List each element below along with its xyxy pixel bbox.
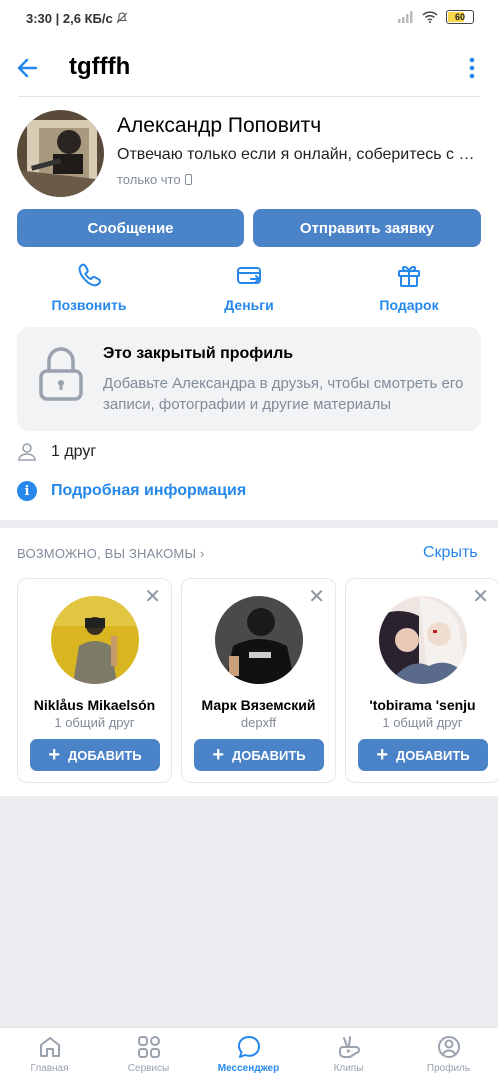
gift-icon (398, 265, 420, 287)
services-icon (137, 1036, 160, 1058)
info-icon: i (17, 481, 37, 501)
suggestion-name: Niklåus Mikaelsón (33, 697, 156, 713)
tab-services-label: Сервисы (127, 1063, 170, 1074)
add-label: ДОБАВИТЬ (68, 747, 142, 763)
closed-title: Это закрытый профиль (103, 345, 294, 362)
plus-icon: + (376, 744, 389, 766)
wifi-icon (422, 11, 438, 23)
details-link[interactable]: i Подробная информация (17, 481, 246, 501)
closed-description: Добавьте Александра в друзья, чтобы смот… (103, 375, 464, 413)
suggestions-heading-text: ВОЗМОЖНО, ВЫ ЗНАКОМЫ (17, 546, 197, 561)
friends-count: 1 друг (51, 443, 97, 460)
add-friend-button[interactable]: + ДОБАВИТЬ (30, 739, 160, 771)
status-bar: 3:30 | 2,6 КБ/с 60 (0, 0, 498, 38)
suggestion-card[interactable]: ✕ Марк Вяземский depxff + ДОБАВИТЬ (181, 578, 336, 783)
profile-name: Александр Поповитч (117, 114, 322, 137)
add-friend-button[interactable]: + ДОБАВИТЬ (194, 739, 324, 771)
tab-clips[interactable]: Клипы (299, 1028, 398, 1080)
mobile-icon (184, 174, 192, 185)
clips-icon (338, 1036, 360, 1058)
money-transfer-icon (237, 267, 261, 284)
tab-profile-label: Профиль (426, 1063, 471, 1074)
bottom-tab-bar: Главная Сервисы Мессенджер Клипы Профиль (0, 1027, 498, 1080)
closed-profile-notice: Это закрытый профиль Добавьте Александра… (17, 327, 481, 431)
last-seen: только что (117, 172, 192, 187)
messenger-icon (237, 1036, 260, 1058)
add-label: ДОБАВИТЬ (232, 747, 306, 763)
battery-indicator: 60 (446, 10, 474, 24)
chevron-right-icon: › (199, 546, 205, 561)
lock-icon (39, 347, 83, 401)
suggestion-subtitle: depxff (240, 715, 277, 730)
tab-services[interactable]: Сервисы (99, 1028, 198, 1080)
page-title: tgfffh (69, 53, 131, 80)
tab-clips-label: Клипы (333, 1063, 364, 1074)
suggestion-subtitle: 1 общий друг (54, 715, 135, 730)
status-icons: 60 (398, 10, 474, 24)
tab-profile[interactable]: Профиль (399, 1028, 498, 1080)
add-friend-button[interactable]: + ДОБАВИТЬ (358, 739, 488, 771)
details-label: Подробная информация (51, 482, 247, 499)
battery-level: 60 (454, 12, 465, 22)
profile-section: Александр Поповитч Отвечаю только если я… (0, 98, 498, 520)
last-seen-text: только что (117, 172, 181, 187)
tab-messenger-label: Мессенджер (217, 1063, 280, 1074)
profile-status: Отвечаю только если я онлайн, соберитесь… (117, 146, 482, 163)
avatar[interactable] (17, 110, 104, 197)
money-label: Деньги (224, 297, 274, 313)
suggestion-avatar[interactable] (379, 596, 467, 684)
mute-icon (116, 12, 128, 24)
phone-icon (78, 263, 101, 287)
suggestions-section: ВОЗМОЖНО, ВЫ ЗНАКОМЫ › Скрыть ✕ Niklåus … (0, 528, 498, 796)
tab-home-label: Главная (30, 1063, 69, 1074)
suggestion-avatar[interactable] (215, 596, 303, 684)
close-icon[interactable]: ✕ (472, 587, 489, 607)
call-action[interactable]: Позвонить (29, 261, 149, 313)
clock: 3:30 (26, 11, 53, 26)
tab-messenger[interactable]: Мессенджер (199, 1028, 298, 1080)
more-vertical-icon[interactable] (464, 56, 480, 82)
message-button[interactable]: Сообщение (17, 209, 244, 247)
home-icon (39, 1037, 60, 1057)
suggestion-name: Марк Вяземский (201, 697, 316, 713)
gift-action[interactable]: Подарок (349, 261, 469, 313)
friend-request-button[interactable]: Отправить заявку (253, 209, 481, 247)
add-label: ДОБАВИТЬ (396, 747, 470, 763)
gift-label: Подарок (379, 297, 439, 313)
suggestion-avatar[interactable] (51, 596, 139, 684)
money-action[interactable]: Деньги (189, 261, 309, 313)
suggestion-card[interactable]: ✕ Niklåus Mikaelsón 1 общий друг + ДОБАВИ… (17, 578, 172, 783)
app-header: tgfffh (0, 38, 498, 98)
close-icon[interactable]: ✕ (144, 587, 161, 607)
back-arrow-icon[interactable] (14, 54, 46, 82)
suggestions-heading[interactable]: ВОЗМОЖНО, ВЫ ЗНАКОМЫ › (17, 546, 205, 561)
user-icon (18, 443, 36, 461)
friends-count-row[interactable]: 1 друг (17, 442, 96, 462)
header-divider (18, 96, 480, 97)
suggestion-name: 'tobirama 'senju (369, 697, 476, 713)
status-time: 3:30 | 2,6 КБ/с (26, 11, 128, 26)
network-speed: 2,6 КБ/с (62, 11, 113, 26)
suggestion-subtitle: 1 общий друг (382, 715, 463, 730)
tab-home[interactable]: Главная (0, 1028, 99, 1080)
plus-icon: + (48, 744, 61, 766)
suggestion-card[interactable]: ✕ 'tobirama 'senju 1 общий друг + ДОБАВИТ… (345, 578, 498, 783)
hide-suggestions-button[interactable]: Скрыть (423, 544, 478, 562)
call-label: Позвонить (51, 297, 127, 313)
plus-icon: + (212, 744, 225, 766)
close-icon[interactable]: ✕ (308, 587, 325, 607)
profile-icon (437, 1036, 460, 1058)
signal-icon (398, 11, 413, 23)
